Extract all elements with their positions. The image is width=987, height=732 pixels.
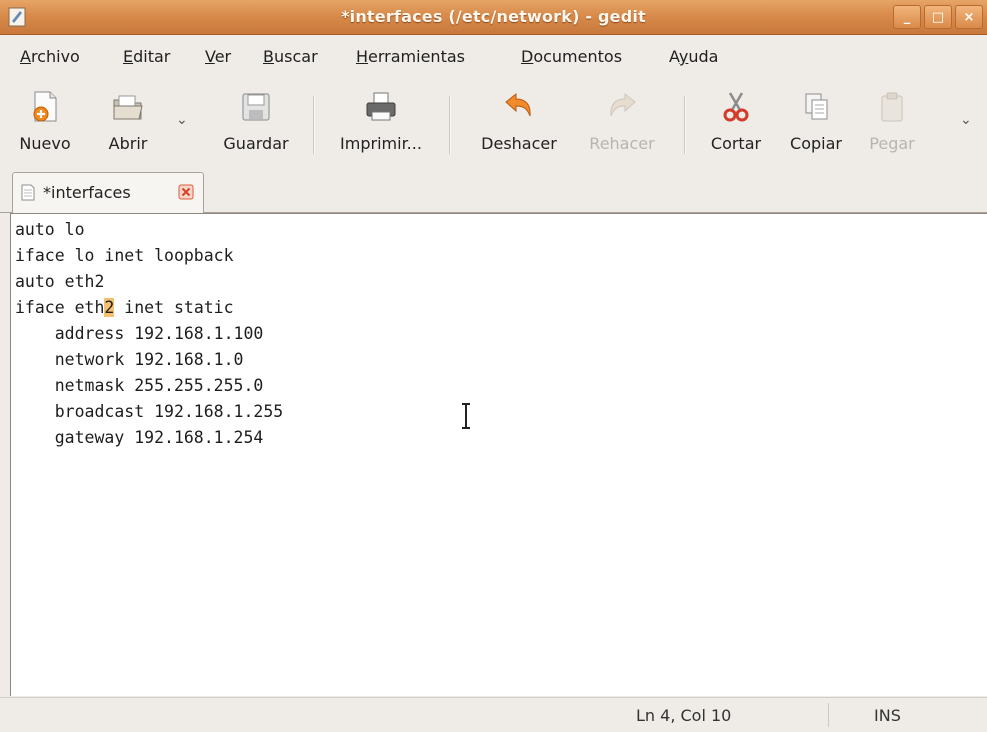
copy-label: Copiar (790, 134, 842, 153)
save-label: Guardar (223, 134, 289, 153)
recent-files-dropdown[interactable]: ⌄ (176, 112, 188, 128)
code-line: address 192.168.1.100 (15, 324, 264, 343)
save-icon (242, 93, 270, 121)
printer-icon (366, 92, 396, 121)
maximize-button[interactable]: □ (924, 5, 952, 29)
code-line-current: iface eth2 inet static (15, 298, 234, 317)
menu-buscar[interactable]: Buscar (263, 47, 318, 66)
status-separator (828, 703, 829, 727)
open-button[interactable]: Abrir (100, 82, 156, 168)
new-document-icon (33, 91, 57, 122)
menu-documentos[interactable]: Documentos (521, 47, 622, 66)
paste-button[interactable]: Pegar (858, 82, 926, 168)
new-label: Nuevo (19, 134, 71, 153)
insert-mode-indicator: INS (874, 706, 901, 725)
status-bar: Ln 4, Col 10 INS (0, 697, 987, 732)
toolbar-separator (684, 96, 686, 154)
maximize-icon: □ (931, 9, 945, 25)
menu-ver[interactable]: Ver (205, 47, 231, 66)
save-button[interactable]: Guardar (212, 82, 300, 168)
chevron-down-icon: ⌄ (960, 112, 972, 128)
toolbar-separator (313, 96, 315, 154)
new-button[interactable]: Nuevo (14, 82, 76, 168)
text-editor[interactable]: auto lo iface lo inet loopback auto eth2… (10, 213, 987, 696)
copy-button[interactable]: Copiar (780, 82, 852, 168)
code-line: network 192.168.1.0 (15, 350, 244, 369)
cut-label: Cortar (710, 134, 762, 153)
close-tab-icon[interactable] (178, 184, 194, 200)
menu-archivo[interactable]: Archivo (20, 47, 80, 66)
undo-button[interactable]: Deshacer (467, 82, 571, 168)
minimize-icon: _ (903, 9, 911, 25)
code-line: auto eth2 (15, 272, 105, 291)
close-button[interactable]: × (955, 5, 983, 29)
code-line: iface lo inet loopback (15, 246, 234, 265)
undo-icon (505, 92, 531, 117)
undo-label: Deshacer (481, 134, 557, 153)
minimize-button[interactable]: _ (893, 5, 921, 29)
tab-interfaces[interactable]: *interfaces (12, 172, 204, 213)
menu-herramientas[interactable]: Herramientas (356, 47, 465, 66)
scissors-icon (723, 92, 749, 122)
code-line: gateway 192.168.1.254 (15, 428, 264, 447)
document-tabs: *interfaces (0, 172, 987, 213)
paste-label: Pegar (869, 134, 915, 153)
print-button[interactable]: Imprimir... (329, 82, 433, 168)
redo-label: Rehacer (589, 134, 655, 153)
bracket-match-highlight: 2 (104, 298, 115, 317)
text-document-icon (21, 184, 35, 201)
code-line: netmask 255.255.255.0 (15, 376, 264, 395)
paste-icon (881, 92, 903, 122)
code-line: broadcast 192.168.1.255 (15, 402, 284, 421)
open-folder-icon (113, 95, 143, 120)
toolbar-separator (449, 96, 451, 154)
chevron-down-icon: ⌄ (176, 112, 188, 128)
cursor-position: Ln 4, Col 10 (636, 706, 732, 725)
copy-icon (805, 93, 828, 120)
tab-label: *interfaces (43, 183, 131, 202)
menu-editar[interactable]: Editar (123, 47, 170, 66)
print-label: Imprimir... (340, 134, 422, 153)
cut-button[interactable]: Cortar (700, 82, 772, 168)
code-line: auto lo (15, 220, 85, 239)
text-cursor-icon (462, 403, 470, 429)
menu-bar: Archivo Editar Ver Buscar Herramientas D… (0, 35, 987, 75)
toolbar-overflow-dropdown[interactable]: ⌄ (960, 112, 972, 128)
title-bar[interactable]: *interfaces (/etc/network) - gedit _ □ × (0, 0, 987, 35)
window-title: *interfaces (/etc/network) - gedit (341, 7, 646, 26)
redo-button[interactable]: Rehacer (576, 82, 668, 168)
redo-icon (610, 92, 636, 117)
toolbar: Nuevo Abrir ⌄ Guardar Imprimir... Deshac… (0, 82, 987, 170)
open-label: Abrir (108, 134, 148, 153)
close-icon: × (963, 9, 975, 25)
menu-ayuda[interactable]: Ayuda (669, 47, 718, 66)
